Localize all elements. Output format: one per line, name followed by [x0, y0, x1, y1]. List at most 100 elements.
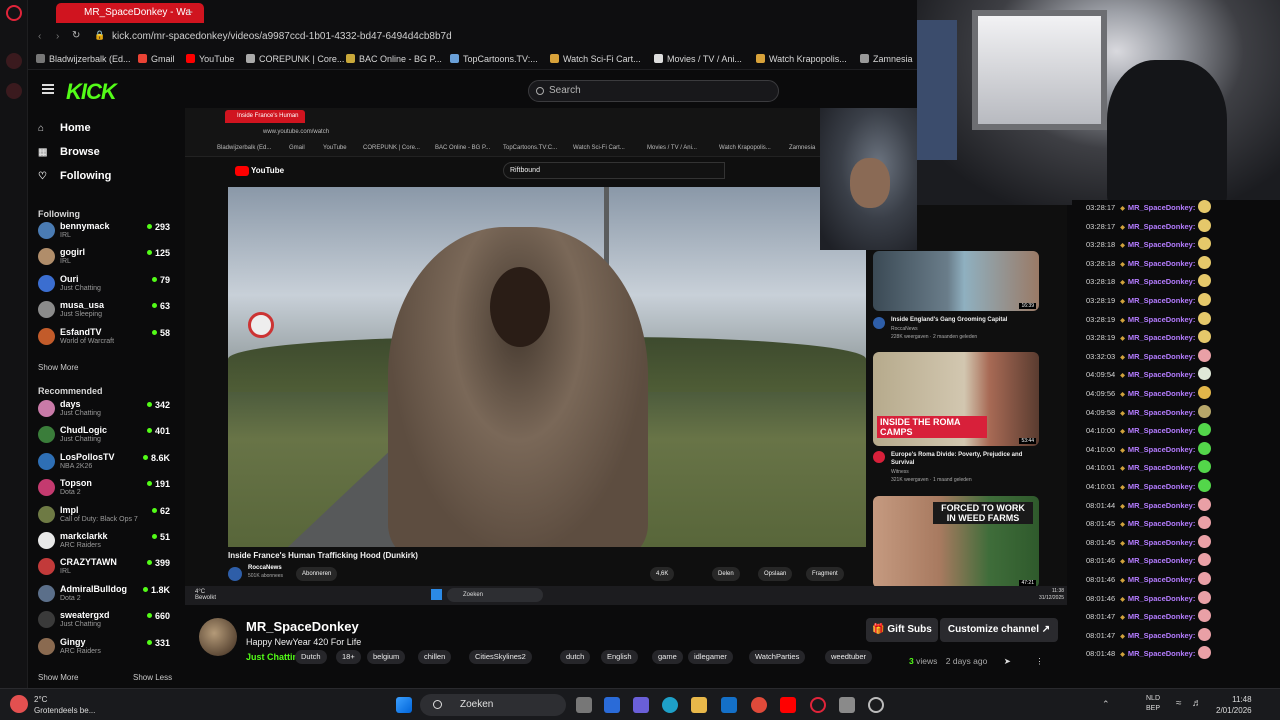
bookmark-item[interactable]: Movies / TV / Ani... — [654, 54, 742, 64]
stream-tag[interactable]: game — [652, 650, 683, 664]
chat-username[interactable]: MR_SpaceDonkey: — [1120, 240, 1195, 249]
show-more-button[interactable]: Show More — [38, 673, 78, 682]
volume-icon[interactable]: ♬ — [1192, 698, 1202, 709]
opera-icon[interactable] — [810, 697, 826, 713]
chat-username[interactable]: MR_SpaceDonkey: — [1120, 612, 1195, 621]
customize-channel-button[interactable]: Customize channel ↗ — [940, 618, 1058, 642]
chat-username[interactable]: MR_SpaceDonkey: — [1120, 556, 1195, 565]
clock[interactable]: 11:48 2/01/2026 — [1216, 694, 1252, 716]
chat-username[interactable]: MR_SpaceDonkey: — [1120, 463, 1195, 472]
chat-username[interactable]: MR_SpaceDonkey: — [1120, 594, 1195, 603]
nav-following[interactable]: ♡ Following — [38, 170, 111, 182]
sidebar-channel[interactable]: lmpl Call of Duty: Black Ops 7 62 — [36, 504, 176, 526]
nav-home[interactable]: ⌂ Home — [38, 122, 91, 134]
chat-username[interactable]: MR_SpaceDonkey: — [1120, 519, 1195, 528]
sidebar-app-icon[interactable] — [6, 53, 22, 69]
bookmark-item[interactable]: Watch Sci-Fi Cart... — [550, 54, 641, 64]
bookmark-item[interactable]: Gmail — [138, 54, 175, 64]
language-indicator[interactable]: NLD BEP — [1146, 694, 1160, 714]
weather-icon[interactable] — [10, 695, 28, 713]
chat-username[interactable]: MR_SpaceDonkey: — [1120, 315, 1195, 324]
chat-username[interactable]: MR_SpaceDonkey: — [1120, 408, 1195, 417]
bookmark-item[interactable]: YouTube — [186, 54, 234, 64]
streamer-avatar[interactable] — [199, 618, 237, 656]
bookmark-item[interactable]: Watch Krapopolis... — [756, 54, 847, 64]
bookmark-item[interactable]: Bladwijzerbalk (Ed... — [36, 54, 131, 64]
chat-username[interactable]: MR_SpaceDonkey: — [1120, 501, 1195, 510]
chat-username[interactable]: MR_SpaceDonkey: — [1120, 259, 1195, 268]
chat-username[interactable]: MR_SpaceDonkey: — [1120, 649, 1195, 658]
start-icon[interactable] — [396, 697, 412, 713]
sidebar-channel[interactable]: gogirl IRL 125 — [36, 246, 176, 268]
chat-username[interactable]: MR_SpaceDonkey: — [1120, 445, 1195, 454]
sidebar-channel[interactable]: EsfandTV World of Warcraft 58 — [36, 326, 176, 348]
stream-tag[interactable]: weedtuber — [825, 650, 873, 664]
sidebar-channel[interactable]: markclarkk ARC Raiders 51 — [36, 530, 176, 552]
chat-username[interactable]: MR_SpaceDonkey: — [1120, 482, 1195, 491]
chat-username[interactable]: MR_SpaceDonkey: — [1120, 333, 1195, 342]
sidebar-app-icon[interactable] — [6, 83, 22, 99]
sidebar-channel[interactable]: CRAZYTAWN IRL 399 — [36, 556, 176, 578]
file-explorer-icon[interactable] — [691, 697, 707, 713]
task-view-icon[interactable] — [576, 697, 592, 713]
gift-subs-button[interactable]: 🎁 Gift Subs — [866, 618, 938, 642]
bookmark-item[interactable]: COREPUNK | Core... — [246, 54, 344, 64]
bookmark-item[interactable]: BAC Online - BG P... — [346, 54, 442, 64]
sidebar-channel[interactable]: LosPollosTV NBA 2K26 8.6K — [36, 451, 176, 473]
sidebar-channel[interactable]: ChudLogic Just Chatting 401 — [36, 424, 176, 446]
sidebar-channel[interactable]: sweatergxd Just Chatting 660 — [36, 609, 176, 631]
sidebar-channel[interactable]: bennymack IRL 293 — [36, 220, 176, 242]
kick-logo[interactable]: KICK — [66, 79, 117, 105]
more-options-icon[interactable]: ⋮ — [1035, 656, 1044, 666]
nav-browse[interactable]: ▦ Browse — [38, 146, 100, 158]
url-field[interactable]: kick.com/mr-spacedonkey/videos/a9987ccd-… — [112, 31, 452, 42]
sidebar-channel[interactable]: AdmiralBulldog Dota 2 1.8K — [36, 583, 176, 605]
tab-active[interactable]: MR_SpaceDonkey - Wa — [56, 3, 204, 23]
new-tab-icon[interactable]: + — [186, 5, 193, 19]
weather-widget[interactable]: 2°C Grotendeels be... — [34, 694, 95, 716]
chat-username[interactable]: MR_SpaceDonkey: — [1120, 203, 1195, 212]
stream-tag[interactable]: Dutch — [295, 650, 327, 664]
bookmark-item[interactable]: TopCartoons.TV:... — [450, 54, 538, 64]
back-icon[interactable]: ‹ — [38, 31, 41, 42]
opera-logo-icon[interactable] — [6, 5, 22, 21]
outlook-icon[interactable] — [721, 697, 737, 713]
sidebar-channel[interactable]: Topson Dota 2 191 — [36, 477, 176, 499]
calculator-icon[interactable] — [839, 697, 855, 713]
chat-username[interactable]: MR_SpaceDonkey: — [1120, 389, 1195, 398]
tray-chevron-icon[interactable]: ⌃ — [1102, 699, 1110, 710]
chat-username[interactable]: MR_SpaceDonkey: — [1120, 277, 1195, 286]
search-input[interactable]: Search — [528, 80, 779, 102]
share-icon[interactable]: ➤ — [1004, 656, 1011, 666]
chat-username[interactable]: MR_SpaceDonkey: — [1120, 426, 1195, 435]
stream-tag[interactable]: 18+ — [336, 650, 361, 664]
forward-icon[interactable]: › — [56, 31, 59, 42]
stream-tag[interactable]: WatchParties — [749, 650, 806, 664]
show-less-button[interactable]: Show Less — [133, 673, 172, 682]
show-more-button[interactable]: Show More — [38, 363, 78, 372]
chat-username[interactable]: MR_SpaceDonkey: — [1120, 352, 1195, 361]
stream-tag[interactable]: dutch — [560, 650, 591, 664]
sidebar-channel[interactable]: days Just Chatting 342 — [36, 398, 176, 420]
youtube-icon[interactable] — [780, 697, 796, 713]
store-icon[interactable] — [604, 697, 620, 713]
reload-icon[interactable]: ↻ — [72, 30, 80, 41]
sidebar-channel[interactable]: musa_usa Just Sleeping 63 — [36, 299, 176, 321]
stream-tag[interactable]: chillen — [418, 650, 452, 664]
chat-username[interactable]: MR_SpaceDonkey: — [1120, 222, 1195, 231]
chat-username[interactable]: MR_SpaceDonkey: — [1120, 370, 1195, 379]
chat-username[interactable]: MR_SpaceDonkey: — [1120, 538, 1195, 547]
sidebar-channel[interactable]: Ouri Just Chatting 79 — [36, 273, 176, 295]
streamer-name[interactable]: MR_SpaceDonkey — [246, 619, 359, 634]
sidebar-channel[interactable]: Gingy ARC Raiders 331 — [36, 636, 176, 658]
menu-icon[interactable] — [42, 84, 54, 94]
taskbar-search[interactable]: Zoeken — [420, 694, 566, 716]
chat-username[interactable]: MR_SpaceDonkey: — [1120, 631, 1195, 640]
teams-icon[interactable] — [633, 697, 649, 713]
chat-username[interactable]: MR_SpaceDonkey: — [1120, 575, 1195, 584]
chrome-icon[interactable] — [751, 697, 767, 713]
stream-tag[interactable]: belgium — [367, 650, 406, 664]
bookmark-item[interactable]: Zamnesia — [860, 54, 913, 64]
chat-username[interactable]: MR_SpaceDonkey: — [1120, 296, 1195, 305]
stream-tag[interactable]: English — [601, 650, 638, 664]
